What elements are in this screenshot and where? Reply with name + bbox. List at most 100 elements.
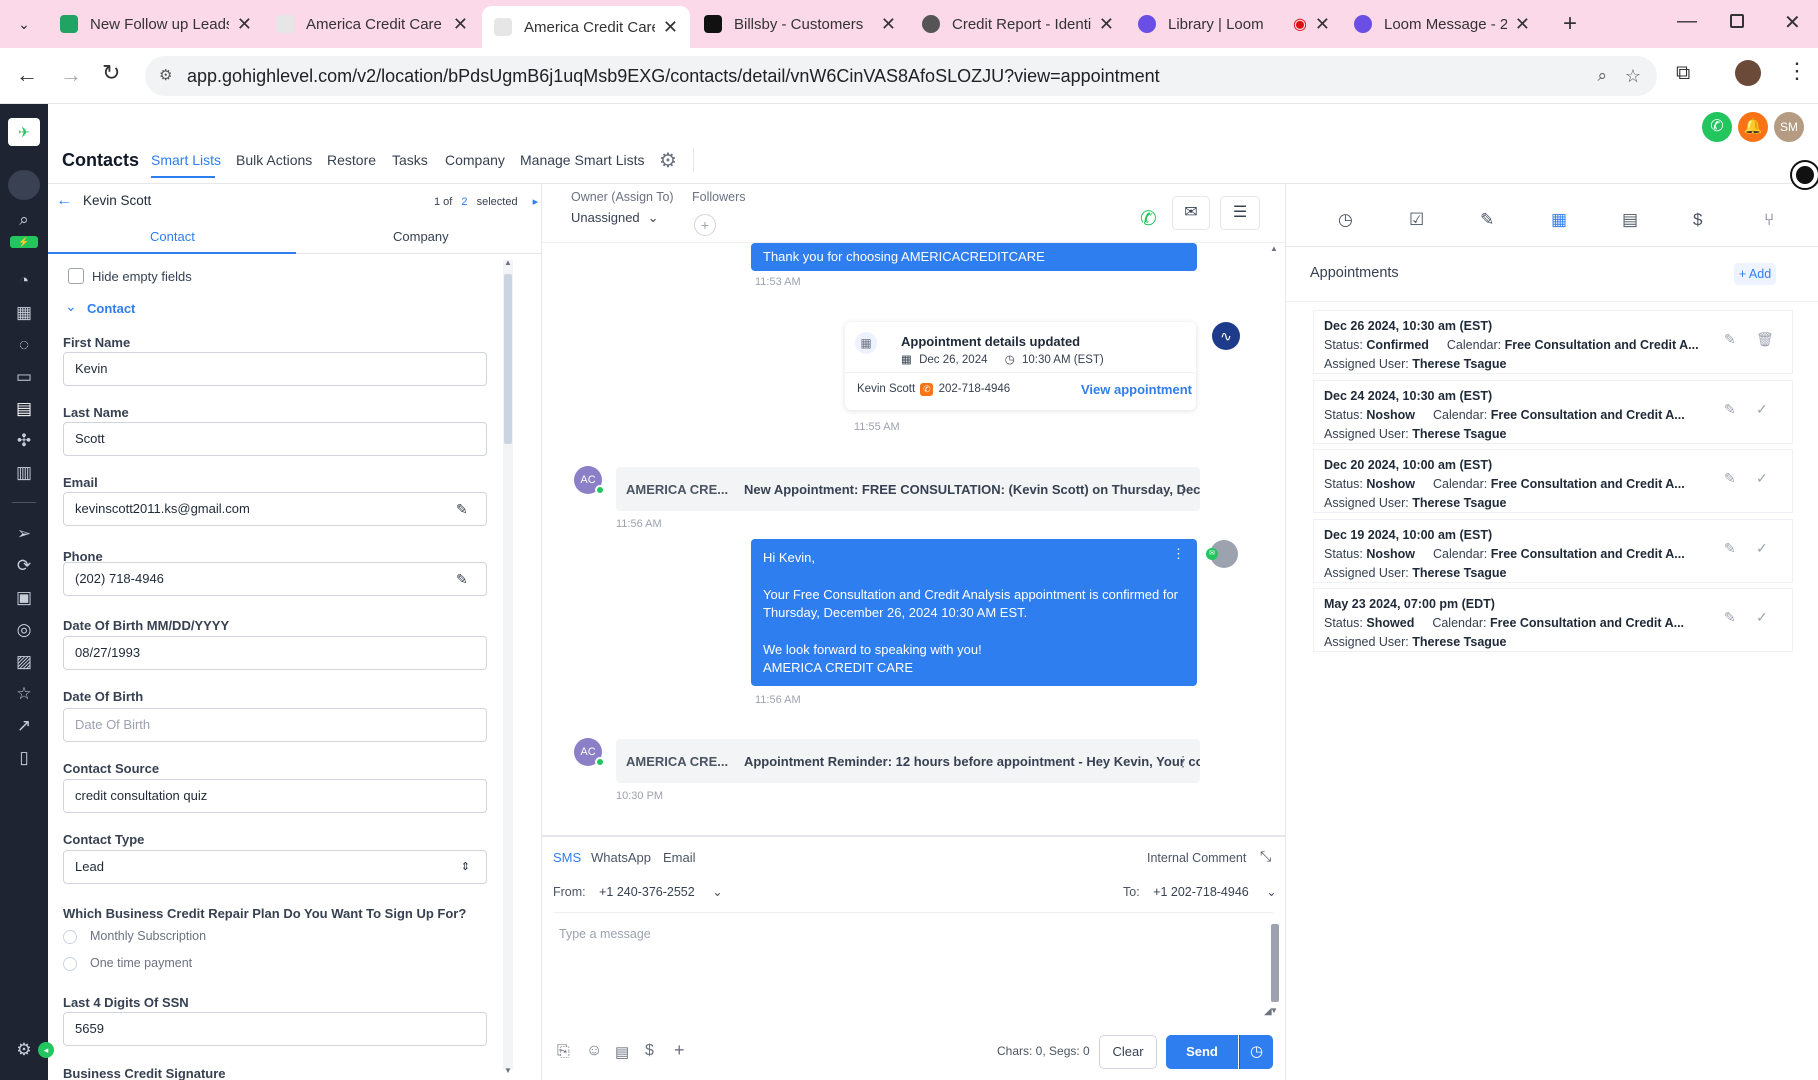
hide-empty-checkbox[interactable] bbox=[68, 268, 84, 284]
appointment-item[interactable]: Dec 24 2024, 10:30 am (EST) Status: Nosho… bbox=[1313, 380, 1793, 444]
resize-handle-icon[interactable]: ◢ bbox=[1264, 1006, 1272, 1017]
search-icon[interactable]: ⌕ bbox=[12, 208, 36, 232]
channel-email-tab[interactable]: Email bbox=[663, 850, 696, 865]
settings-icon[interactable]: ⚙ bbox=[12, 1038, 36, 1062]
reload-icon[interactable]: ↻ bbox=[102, 60, 120, 86]
chevron-down-icon[interactable]: ⌄ bbox=[1266, 885, 1276, 899]
edit-icon[interactable]: ✎ bbox=[1724, 331, 1736, 348]
apps-icon[interactable]: ▦ bbox=[12, 301, 36, 325]
chevron-down-icon[interactable]: ⌄ bbox=[65, 298, 77, 315]
memberships-icon[interactable]: ◎ bbox=[12, 618, 36, 642]
first-name-input[interactable]: Kevin bbox=[63, 352, 487, 386]
browser-tab[interactable]: Billsby - Customers ✕ bbox=[692, 6, 908, 42]
scroll-up-icon[interactable]: ▲ bbox=[503, 258, 513, 267]
zoom-icon[interactable]: ⌕ bbox=[1597, 56, 1607, 96]
back-icon[interactable]: ← bbox=[16, 62, 38, 88]
check-icon[interactable]: ✓ bbox=[1756, 401, 1768, 418]
attach-icon[interactable]: ⎘ bbox=[557, 1043, 570, 1061]
close-icon[interactable]: ✕ bbox=[663, 17, 678, 38]
browser-tab[interactable]: Credit Report - Identi ✕ bbox=[910, 6, 1126, 42]
pencil-icon[interactable]: ✎ bbox=[456, 571, 472, 587]
channel-whatsapp-tab[interactable]: WhatsApp bbox=[591, 850, 651, 865]
email-message-row[interactable]: AMERICA CRE... New Appointment: FREE CON… bbox=[616, 467, 1200, 511]
nav-smart-lists[interactable]: Smart Lists bbox=[151, 152, 221, 168]
settings-gear-icon[interactable]: ⚙ bbox=[659, 148, 677, 173]
emoji-icon[interactable]: ☺ bbox=[586, 1042, 602, 1060]
filter-button[interactable]: ☰ bbox=[1220, 196, 1260, 230]
add-follower-button[interactable]: + bbox=[694, 214, 716, 236]
pencil-icon[interactable]: ✎ bbox=[456, 501, 472, 517]
close-icon[interactable]: ✕ bbox=[1099, 14, 1114, 35]
activity-tab-icon[interactable]: ◷ bbox=[1338, 210, 1353, 230]
new-tab-icon[interactable]: + bbox=[1563, 10, 1577, 38]
restore-icon[interactable] bbox=[1730, 14, 1744, 28]
sites-icon[interactable]: ▣ bbox=[12, 586, 36, 610]
nav-restore[interactable]: Restore bbox=[327, 152, 376, 168]
more-icon[interactable]: ⋮ bbox=[1172, 545, 1185, 564]
email-button[interactable]: ✉ bbox=[1172, 196, 1210, 230]
contacts-nav-icon[interactable] bbox=[8, 170, 40, 200]
reporting-icon[interactable]: ↗ bbox=[12, 714, 36, 738]
edit-icon[interactable]: ✎ bbox=[1724, 401, 1736, 418]
browser-tab[interactable]: America Credit Care ✕ bbox=[264, 6, 480, 42]
scrollbar[interactable]: ▲ ▼ bbox=[503, 258, 513, 1075]
site-info-icon[interactable]: ⚙ bbox=[159, 56, 172, 96]
tab-contact[interactable]: Contact bbox=[150, 229, 195, 244]
edit-icon[interactable]: ✎ bbox=[1724, 609, 1736, 626]
scroll-down-icon[interactable]: ▼ bbox=[503, 1066, 513, 1075]
opportunities-icon[interactable]: ✣ bbox=[12, 429, 36, 453]
dob-mmddyyyy-input[interactable]: 08/27/1993 bbox=[63, 636, 487, 670]
back-arrow-icon[interactable]: ← bbox=[56, 192, 72, 210]
automation-icon[interactable]: ⟳ bbox=[12, 554, 36, 578]
tab-search-icon[interactable]: ⌄ bbox=[12, 12, 36, 36]
marketing-icon[interactable]: ➢ bbox=[12, 522, 36, 546]
trash-icon[interactable]: 🗑 bbox=[1756, 331, 1774, 348]
documents-tab-icon[interactable]: ▤ bbox=[1622, 210, 1638, 230]
close-icon[interactable]: ✕ bbox=[881, 14, 896, 35]
from-number-select[interactable]: +1 240-376-2552 bbox=[599, 885, 695, 899]
dob-input[interactable]: Date Of Birth bbox=[63, 708, 487, 742]
conversations-icon[interactable]: ◌ bbox=[12, 333, 36, 357]
browser-menu-icon[interactable]: ⋮ bbox=[1786, 58, 1808, 84]
last-name-input[interactable]: Scott bbox=[63, 422, 487, 456]
contacts-icon[interactable]: ▤ bbox=[12, 397, 36, 421]
owner-select[interactable]: Unassigned ⌄ bbox=[571, 210, 659, 226]
ssn-input[interactable]: 5659 bbox=[63, 1012, 487, 1046]
email-input[interactable]: kevinscott2011.ks@gmail.com ✎ bbox=[63, 492, 487, 526]
reputation-icon[interactable]: ☆ bbox=[12, 682, 36, 706]
email-message-row[interactable]: AMERICA CRE... Appointment Reminder: 12 … bbox=[616, 739, 1200, 783]
close-icon[interactable]: ✕ bbox=[237, 14, 252, 35]
minimize-icon[interactable]: — bbox=[1677, 10, 1697, 33]
outbound-message[interactable]: Thank you for choosing AMERICACREDITCARE bbox=[751, 243, 1197, 271]
section-title[interactable]: Contact bbox=[87, 301, 135, 316]
appointment-item[interactable]: Dec 26 2024, 10:30 am (EST) Status: Confi… bbox=[1313, 310, 1793, 374]
appointment-item[interactable]: Dec 19 2024, 10:00 am (EST) Status: Nosho… bbox=[1313, 519, 1793, 583]
add-appointment-button[interactable]: + Add bbox=[1734, 263, 1776, 285]
edit-icon[interactable]: ✎ bbox=[1724, 470, 1736, 487]
nav-bulk-actions[interactable]: Bulk Actions bbox=[236, 152, 312, 168]
user-avatar[interactable]: SM bbox=[1774, 112, 1804, 142]
nav-manage-smart-lists[interactable]: Manage Smart Lists bbox=[520, 152, 645, 168]
appointments-tab-icon[interactable]: ▦ bbox=[1551, 210, 1567, 230]
more-actions-icon[interactable]: + bbox=[674, 1040, 685, 1061]
contact-source-input[interactable]: credit consultation quiz bbox=[63, 779, 487, 813]
browser-tab[interactable]: New Follow up Leads ✕ bbox=[48, 6, 264, 42]
appointment-item[interactable]: May 23 2024, 07:00 pm (EDT) Status: Showe… bbox=[1313, 588, 1793, 652]
appointment-item[interactable]: Dec 20 2024, 10:00 am (EST) Status: Nosho… bbox=[1313, 449, 1793, 513]
nav-company[interactable]: Company bbox=[445, 152, 505, 168]
conversation-scrollbar[interactable]: ▲ ▼ bbox=[1269, 244, 1281, 1016]
notification-bell-icon[interactable]: 🔔 bbox=[1738, 112, 1768, 142]
check-icon[interactable]: ✓ bbox=[1756, 609, 1768, 626]
tab-company[interactable]: Company bbox=[393, 229, 449, 244]
profile-avatar[interactable] bbox=[1735, 60, 1761, 86]
workflow-tab-icon[interactable]: ⑂ bbox=[1764, 210, 1774, 230]
schedule-send-icon[interactable]: ◷ bbox=[1239, 1035, 1273, 1069]
check-icon[interactable]: ✓ bbox=[1756, 470, 1768, 487]
payments-icon[interactable]: ▥ bbox=[12, 461, 36, 485]
scroll-thumb[interactable] bbox=[504, 274, 512, 444]
scroll-up-icon[interactable]: ▲ bbox=[1270, 244, 1278, 253]
extensions-icon[interactable]: ⧉ bbox=[1676, 62, 1690, 85]
message-textarea[interactable]: Type a message bbox=[553, 921, 1273, 1007]
to-number-select[interactable]: +1 202-718-4946 bbox=[1153, 885, 1249, 899]
phone-input[interactable]: (202) 718-4946 ✎ bbox=[63, 562, 487, 596]
